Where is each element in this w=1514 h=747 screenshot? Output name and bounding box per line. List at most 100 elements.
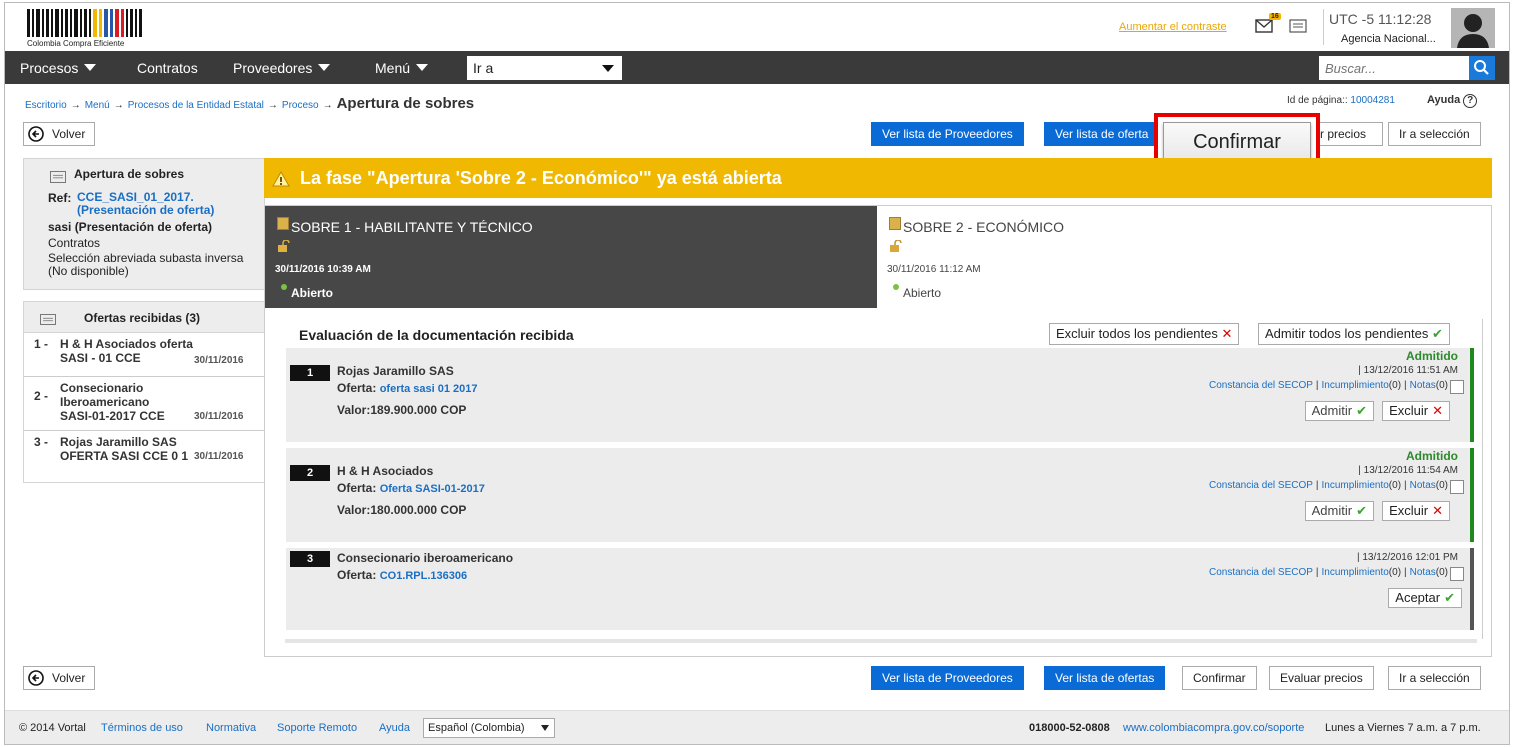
envelope-status: Abierto [291,286,333,300]
exclude-button[interactable]: Excluir ✕ [1382,401,1450,421]
back-label: Volver [52,671,86,685]
documents-icon[interactable] [1289,19,1307,33]
mail-icon[interactable] [1255,19,1273,33]
chevron-down-icon [416,64,429,71]
increase-contrast-link[interactable]: Aumentar el contraste [1119,21,1227,33]
nav-contratos[interactable]: Contratos [137,60,198,76]
offers-title: Ofertas recibidas (3) [84,311,201,325]
modality-label: Selección abreviada subasta inversa (No … [48,251,244,278]
offers-list-button-bottom[interactable]: Ver lista de ofertas [1044,666,1166,690]
breadcrumb-menu[interactable]: Menú [85,100,110,111]
support-hours: Lunes a Viernes 7 a.m. a 7 p.m. [1325,722,1481,734]
page-id: Id de página:: 10004281 [1287,95,1395,106]
support-url-link[interactable]: www.colombiacompra.gov.co/soporte [1123,722,1304,734]
notes-link[interactable]: Notas [1410,380,1436,391]
list-item[interactable]: 1 - H & H Asociados oferta SASI - 01 CCE… [24,333,264,377]
search-button[interactable] [1469,56,1495,80]
offer-card-1: 1 Rojas Jaramillo SAS Oferta: oferta sas… [286,348,1474,442]
secop-certificate-link[interactable]: Constancia del SECOP [1209,380,1313,391]
evaluate-prices-button-top[interactable]: r precios [1317,122,1383,146]
evaluate-prices-button-bottom[interactable]: Evaluar precios [1269,666,1374,690]
non-compliance-count: (0) [1388,380,1402,391]
back-button-bottom[interactable]: Volver [23,666,95,690]
offer-link[interactable]: oferta sasi 01 2017 [380,383,478,395]
breadcrumb-procesos[interactable]: Procesos de la Entidad Estatal [128,100,264,111]
search-input[interactable] [1319,56,1469,80]
nav-proveedores[interactable]: Proveedores [233,60,331,76]
accept-button[interactable]: Aceptar ✔ [1388,588,1462,608]
notes-link[interactable]: Notas [1410,567,1436,578]
go-selection-button-bottom[interactable]: Ir a selección [1388,666,1481,690]
status-dot-icon [281,284,287,290]
card-timestamp: | 13/12/2016 11:51 AM [1358,365,1458,376]
list-item[interactable]: 3 - Rojas Jaramillo SAS OFERTA SASI CCE … [24,431,264,483]
ref-link[interactable]: CCE_SASI_01_2017. (Presentación de ofert… [77,191,257,217]
main-nav: Procesos Contratos Proveedores Menú Ir a [5,51,1509,84]
footer-help-link[interactable]: Ayuda [379,722,410,734]
edit-note-icon[interactable] [1450,480,1464,494]
card-supplier-name: Consecionario iberoamericano [337,551,514,565]
offer-number: 1 - [34,337,49,351]
help-link[interactable]: Ayuda? [1427,94,1478,108]
search-icon [1474,60,1489,75]
providers-list-button-bottom[interactable]: Ver lista de Proveedores [871,666,1024,690]
offer-label: Oferta: [337,381,377,395]
notes-link[interactable]: Notas [1410,480,1436,491]
logo[interactable]: Colombia Compra Eficiente [23,7,153,49]
folder-icon [889,217,901,230]
warning-icon [272,171,290,187]
confirm-button-bottom[interactable]: Confirmar [1182,666,1257,690]
admit-all-pending-button[interactable]: Admitir todos los pendientes ✔ [1258,323,1450,345]
remote-support-link[interactable]: Soporte Remoto [277,722,357,734]
help-label: Ayuda [1427,94,1461,106]
offers-list-button-top[interactable]: Ver lista de oferta [1044,122,1156,146]
utc-clock: UTC -5 11:12:28 [1329,11,1432,27]
back-button-top[interactable]: Volver [23,122,95,146]
normativa-link[interactable]: Normativa [206,722,256,734]
agency-name[interactable]: Agencia Nacional... [1341,33,1436,45]
providers-list-button-top[interactable]: Ver lista de Proveedores [871,122,1024,146]
language-select[interactable]: Español (Colombia) [423,718,555,738]
contracts-label: Contratos [48,236,101,250]
scrollbar-track[interactable] [285,639,1477,643]
non-compliance-link[interactable]: Incumplimiento [1322,380,1389,391]
ref-label: Ref: [48,191,72,205]
summary-title: Apertura de sobres [74,167,185,181]
nav-menu[interactable]: Menú [375,60,429,76]
support-phone: 018000-52-0808 [1029,722,1110,734]
nav-menu-label: Menú [375,60,411,76]
secop-certificate-link[interactable]: Constancia del SECOP [1209,480,1313,491]
terms-link[interactable]: Términos de uso [101,722,183,734]
offer-link[interactable]: CO1.RPL.136306 [380,570,467,582]
check-icon: ✔ [1356,503,1367,518]
non-compliance-link[interactable]: Incumplimiento [1322,480,1389,491]
offer-name: Rojas Jaramillo SAS OFERTA SASI CCE 0 1 [60,435,189,463]
envelope-1-tab[interactable]: SOBRE 1 - HABILITANTE Y TÉCNICO 30/11/20… [265,206,877,308]
envelope-date: 30/11/2016 11:12 AM [887,264,981,275]
offer-link[interactable]: Oferta SASI-01-2017 [380,483,485,495]
nav-procesos-label: Procesos [20,60,79,76]
admit-button[interactable]: Admitir ✔ [1304,501,1374,521]
edit-note-icon[interactable] [1450,567,1464,581]
go-selection-button-top[interactable]: Ir a selección [1388,122,1481,146]
nav-procesos[interactable]: Procesos [20,60,97,76]
exclude-all-pending-button[interactable]: Excluir todos los pendientes ✕ [1049,323,1240,345]
non-compliance-link[interactable]: Incumplimiento [1322,567,1389,578]
list-item[interactable]: 2 - Consecionario Iberoamericano SASI-01… [24,377,264,431]
avatar[interactable] [1451,8,1495,48]
envelope-2-tab[interactable]: SOBRE 2 - ECONÓMICO 30/11/2016 11:12 AM … [877,206,1491,308]
exclude-button[interactable]: Excluir ✕ [1382,501,1450,521]
barcode-logo-icon [27,9,142,37]
goto-select[interactable]: Ir a [467,56,622,80]
secop-certificate-link[interactable]: Constancia del SECOP [1209,567,1313,578]
offer-date: 30/11/2016 [194,355,244,366]
close-icon: ✕ [1221,326,1233,341]
page-id-value: 10004281 [1350,95,1395,106]
breadcrumb-escritorio[interactable]: Escritorio [25,100,67,111]
breadcrumb-proceso[interactable]: Proceso [282,100,319,111]
admit-button[interactable]: Admitir ✔ [1304,401,1374,421]
confirm-button-highlighted[interactable]: Confirmar [1163,122,1311,162]
phase-open-warning: La fase "Apertura 'Sobre 2 - Económico'"… [264,158,1492,198]
chevron-down-icon [84,64,97,71]
edit-note-icon[interactable] [1450,380,1464,394]
